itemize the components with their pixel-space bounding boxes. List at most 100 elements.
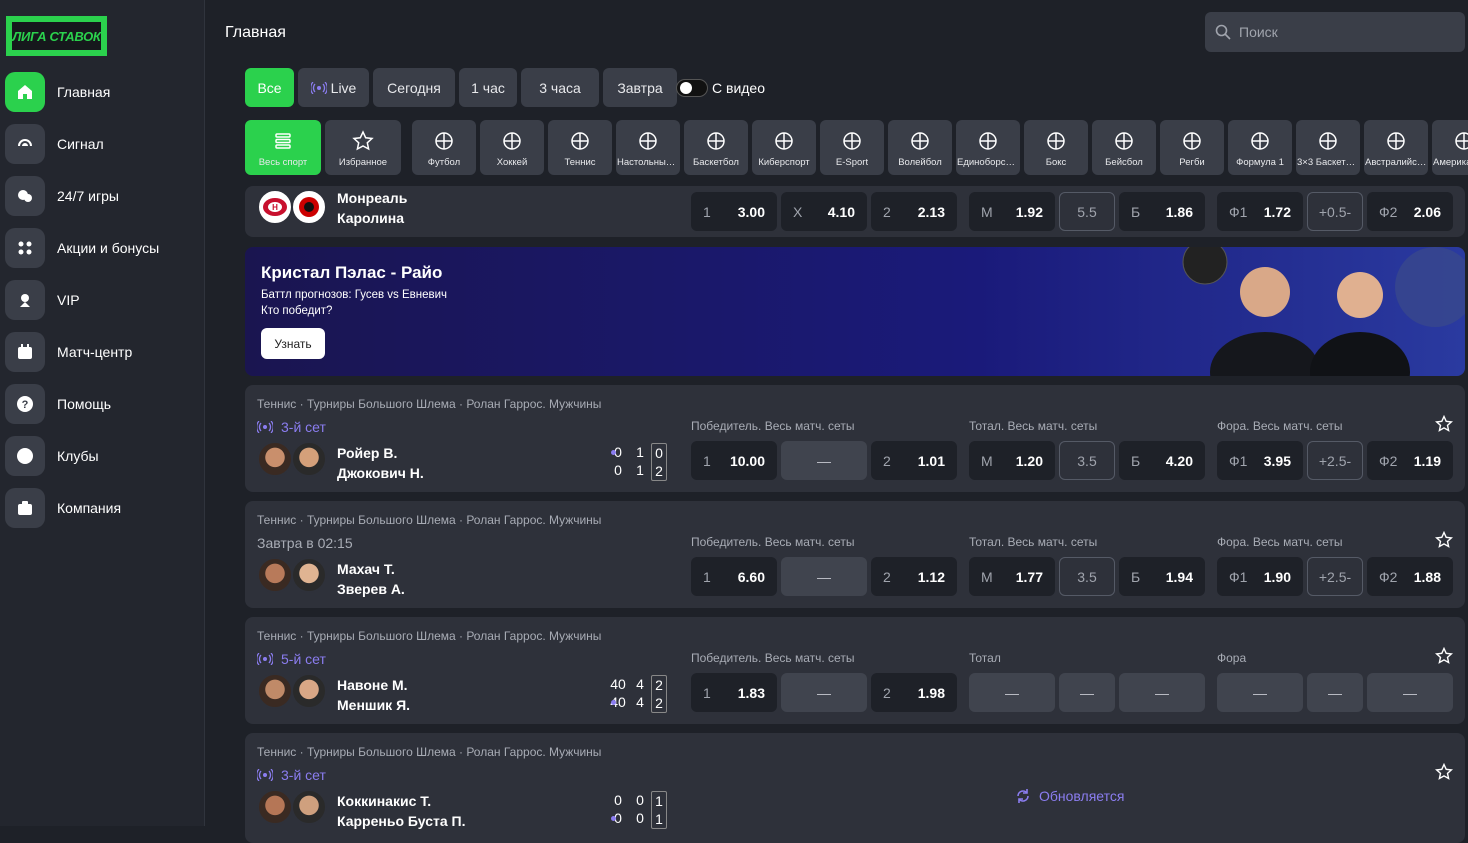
sport-tab-0[interactable]: Весь спорт: [245, 120, 321, 175]
sport-tab-7[interactable]: Киберспорт: [752, 120, 816, 175]
score-p1: 0: [614, 792, 622, 808]
odd-button[interactable]: —: [1119, 673, 1205, 712]
odd-value: —: [1328, 684, 1342, 701]
odd-button[interactable]: Ф1 3.95: [1217, 441, 1303, 480]
odd-button[interactable]: Ф1 1.90: [1217, 557, 1303, 596]
filter-tab-2[interactable]: Сегодня: [373, 68, 455, 107]
odd-value: 3.5: [1077, 452, 1097, 469]
sidebar-item-8[interactable]: Компания: [5, 488, 195, 528]
odd-button[interactable]: 1 1.83: [691, 673, 777, 712]
favorite-star-icon[interactable]: [1435, 763, 1453, 781]
odd-button[interactable]: Ф2 1.19: [1367, 441, 1453, 480]
score-p1: 0: [636, 792, 644, 808]
sidebar-item-1[interactable]: Сигнал: [5, 124, 195, 164]
odd-button[interactable]: 2 1.98: [871, 673, 957, 712]
sport-icon: [435, 132, 453, 150]
sport-tab-11[interactable]: Бокс: [1024, 120, 1088, 175]
odd-button[interactable]: —: [781, 673, 867, 712]
league-name: Теннис · Турниры Большого Шлема · Ролан …: [257, 513, 602, 527]
serve-indicator: [611, 816, 616, 821]
odd-button[interactable]: 2 1.12: [871, 557, 957, 596]
player2-name: Меншик Я.: [337, 697, 411, 713]
sport-tab-5[interactable]: Настольный теннис: [616, 120, 680, 175]
filter-tab-4[interactable]: 3 часа: [521, 68, 599, 107]
odd-button[interactable]: М 1.20: [969, 441, 1055, 480]
odd-button[interactable]: М 1.92: [969, 192, 1055, 231]
match-status: 3-й сет: [257, 419, 326, 435]
odd-button[interactable]: Б 1.86: [1119, 192, 1205, 231]
favorite-star-icon[interactable]: [1435, 415, 1453, 433]
sidebar-item-3[interactable]: Акции и бонусы: [5, 228, 195, 268]
odd-value: 1.86: [1165, 203, 1193, 220]
filter-tab-3[interactable]: 1 час: [459, 68, 517, 107]
sport-tab-1[interactable]: Избранное: [325, 120, 401, 175]
odd-button[interactable]: 2 2.13: [871, 192, 957, 231]
odd-button[interactable]: —: [1367, 673, 1453, 712]
sport-tab-13[interactable]: Регби: [1160, 120, 1224, 175]
filter-tab-1[interactable]: Live: [298, 68, 369, 107]
odd-button[interactable]: X 4.10: [781, 192, 867, 231]
odd-button[interactable]: Б 4.20: [1119, 441, 1205, 480]
sidebar-item-label: Сигнал: [57, 136, 104, 152]
odd-button[interactable]: Ф2 2.06: [1367, 192, 1453, 231]
odd-button[interactable]: +2.5-: [1307, 441, 1363, 480]
odd-button[interactable]: Б 1.94: [1119, 557, 1205, 596]
odd-button[interactable]: —: [781, 441, 867, 480]
odd-button[interactable]: Ф1 1.72: [1217, 192, 1303, 231]
sidebar-item-7[interactable]: Клубы: [5, 436, 195, 476]
odd-button[interactable]: —: [969, 673, 1055, 712]
match-card: Теннис · Турниры Большого Шлема · Ролан …: [245, 385, 1465, 492]
odd-value: —: [817, 568, 831, 585]
filter-tab-label: Все: [257, 79, 282, 96]
sidebar-item-5[interactable]: Матч-центр: [5, 332, 195, 372]
odd-button[interactable]: 5.5: [1059, 192, 1115, 231]
odd-value: 1.94: [1165, 568, 1193, 585]
odd-button[interactable]: —: [1307, 673, 1363, 712]
odd-button[interactable]: —: [1059, 673, 1115, 712]
logo[interactable]: ЛИГА СТАВОК: [6, 16, 107, 56]
favorite-star-icon[interactable]: [1435, 647, 1453, 665]
sidebar-item-label: Компания: [57, 500, 122, 516]
sport-tab-4[interactable]: Теннис: [548, 120, 612, 175]
sport-tab-12[interactable]: Бейсбол: [1092, 120, 1156, 175]
favorite-star-icon[interactable]: [1435, 531, 1453, 549]
odd-button[interactable]: 3.5: [1059, 557, 1115, 596]
sidebar-item-2[interactable]: 24/7 игры: [5, 176, 195, 216]
odd-button[interactable]: 3.5: [1059, 441, 1115, 480]
odd-button[interactable]: 2 1.01: [871, 441, 957, 480]
sport-tab-16[interactable]: Австралийский футбол: [1364, 120, 1428, 175]
sport-tab-6[interactable]: Баскетбол: [684, 120, 748, 175]
sport-tab-14[interactable]: Формула 1: [1228, 120, 1292, 175]
filter-tab-5[interactable]: Завтра: [603, 68, 677, 107]
odd-button[interactable]: 1 6.60: [691, 557, 777, 596]
match-status: 3-й сет: [257, 767, 326, 783]
odd-button[interactable]: —: [1217, 673, 1303, 712]
sport-tab-9[interactable]: Волейбол: [888, 120, 952, 175]
filter-tab-0[interactable]: Все: [245, 68, 294, 107]
sidebar-item-0[interactable]: Главная: [5, 72, 195, 112]
sidebar-item-6[interactable]: ? Помощь: [5, 384, 195, 424]
odd-button[interactable]: 1 3.00: [691, 192, 777, 231]
video-toggle[interactable]: [676, 79, 708, 97]
score-p1: 40: [610, 676, 626, 692]
odd-button[interactable]: М 1.77: [969, 557, 1055, 596]
odd-button[interactable]: +2.5-: [1307, 557, 1363, 596]
sport-tab-17[interactable]: Американский футбол: [1432, 120, 1468, 175]
sidebar-item-4[interactable]: VIP: [5, 280, 195, 320]
promo-banner[interactable]: Кристал Пэлас - Райо Баттл прогнозов: Гу…: [245, 247, 1465, 376]
score-p2: 0: [636, 810, 644, 826]
search-input[interactable]: Поиск: [1205, 12, 1465, 52]
banner-learn-button[interactable]: Узнать: [261, 328, 325, 359]
odd-button[interactable]: +0.5-: [1307, 192, 1363, 231]
sport-tab-10[interactable]: Единоборства: [956, 120, 1020, 175]
sport-tab-15[interactable]: 3×3 Баскетбол: [1296, 120, 1360, 175]
sport-tab-3[interactable]: Хоккей: [480, 120, 544, 175]
sport-tab-2[interactable]: Футбол: [412, 120, 476, 175]
odd-button[interactable]: Ф2 1.88: [1367, 557, 1453, 596]
sport-tab-8[interactable]: E-Sport: [820, 120, 884, 175]
odd-button[interactable]: —: [781, 557, 867, 596]
games-icon: [5, 176, 45, 216]
serve-indicator: [611, 450, 616, 455]
odd-key: 2: [883, 203, 891, 220]
odd-button[interactable]: 1 10.00: [691, 441, 777, 480]
